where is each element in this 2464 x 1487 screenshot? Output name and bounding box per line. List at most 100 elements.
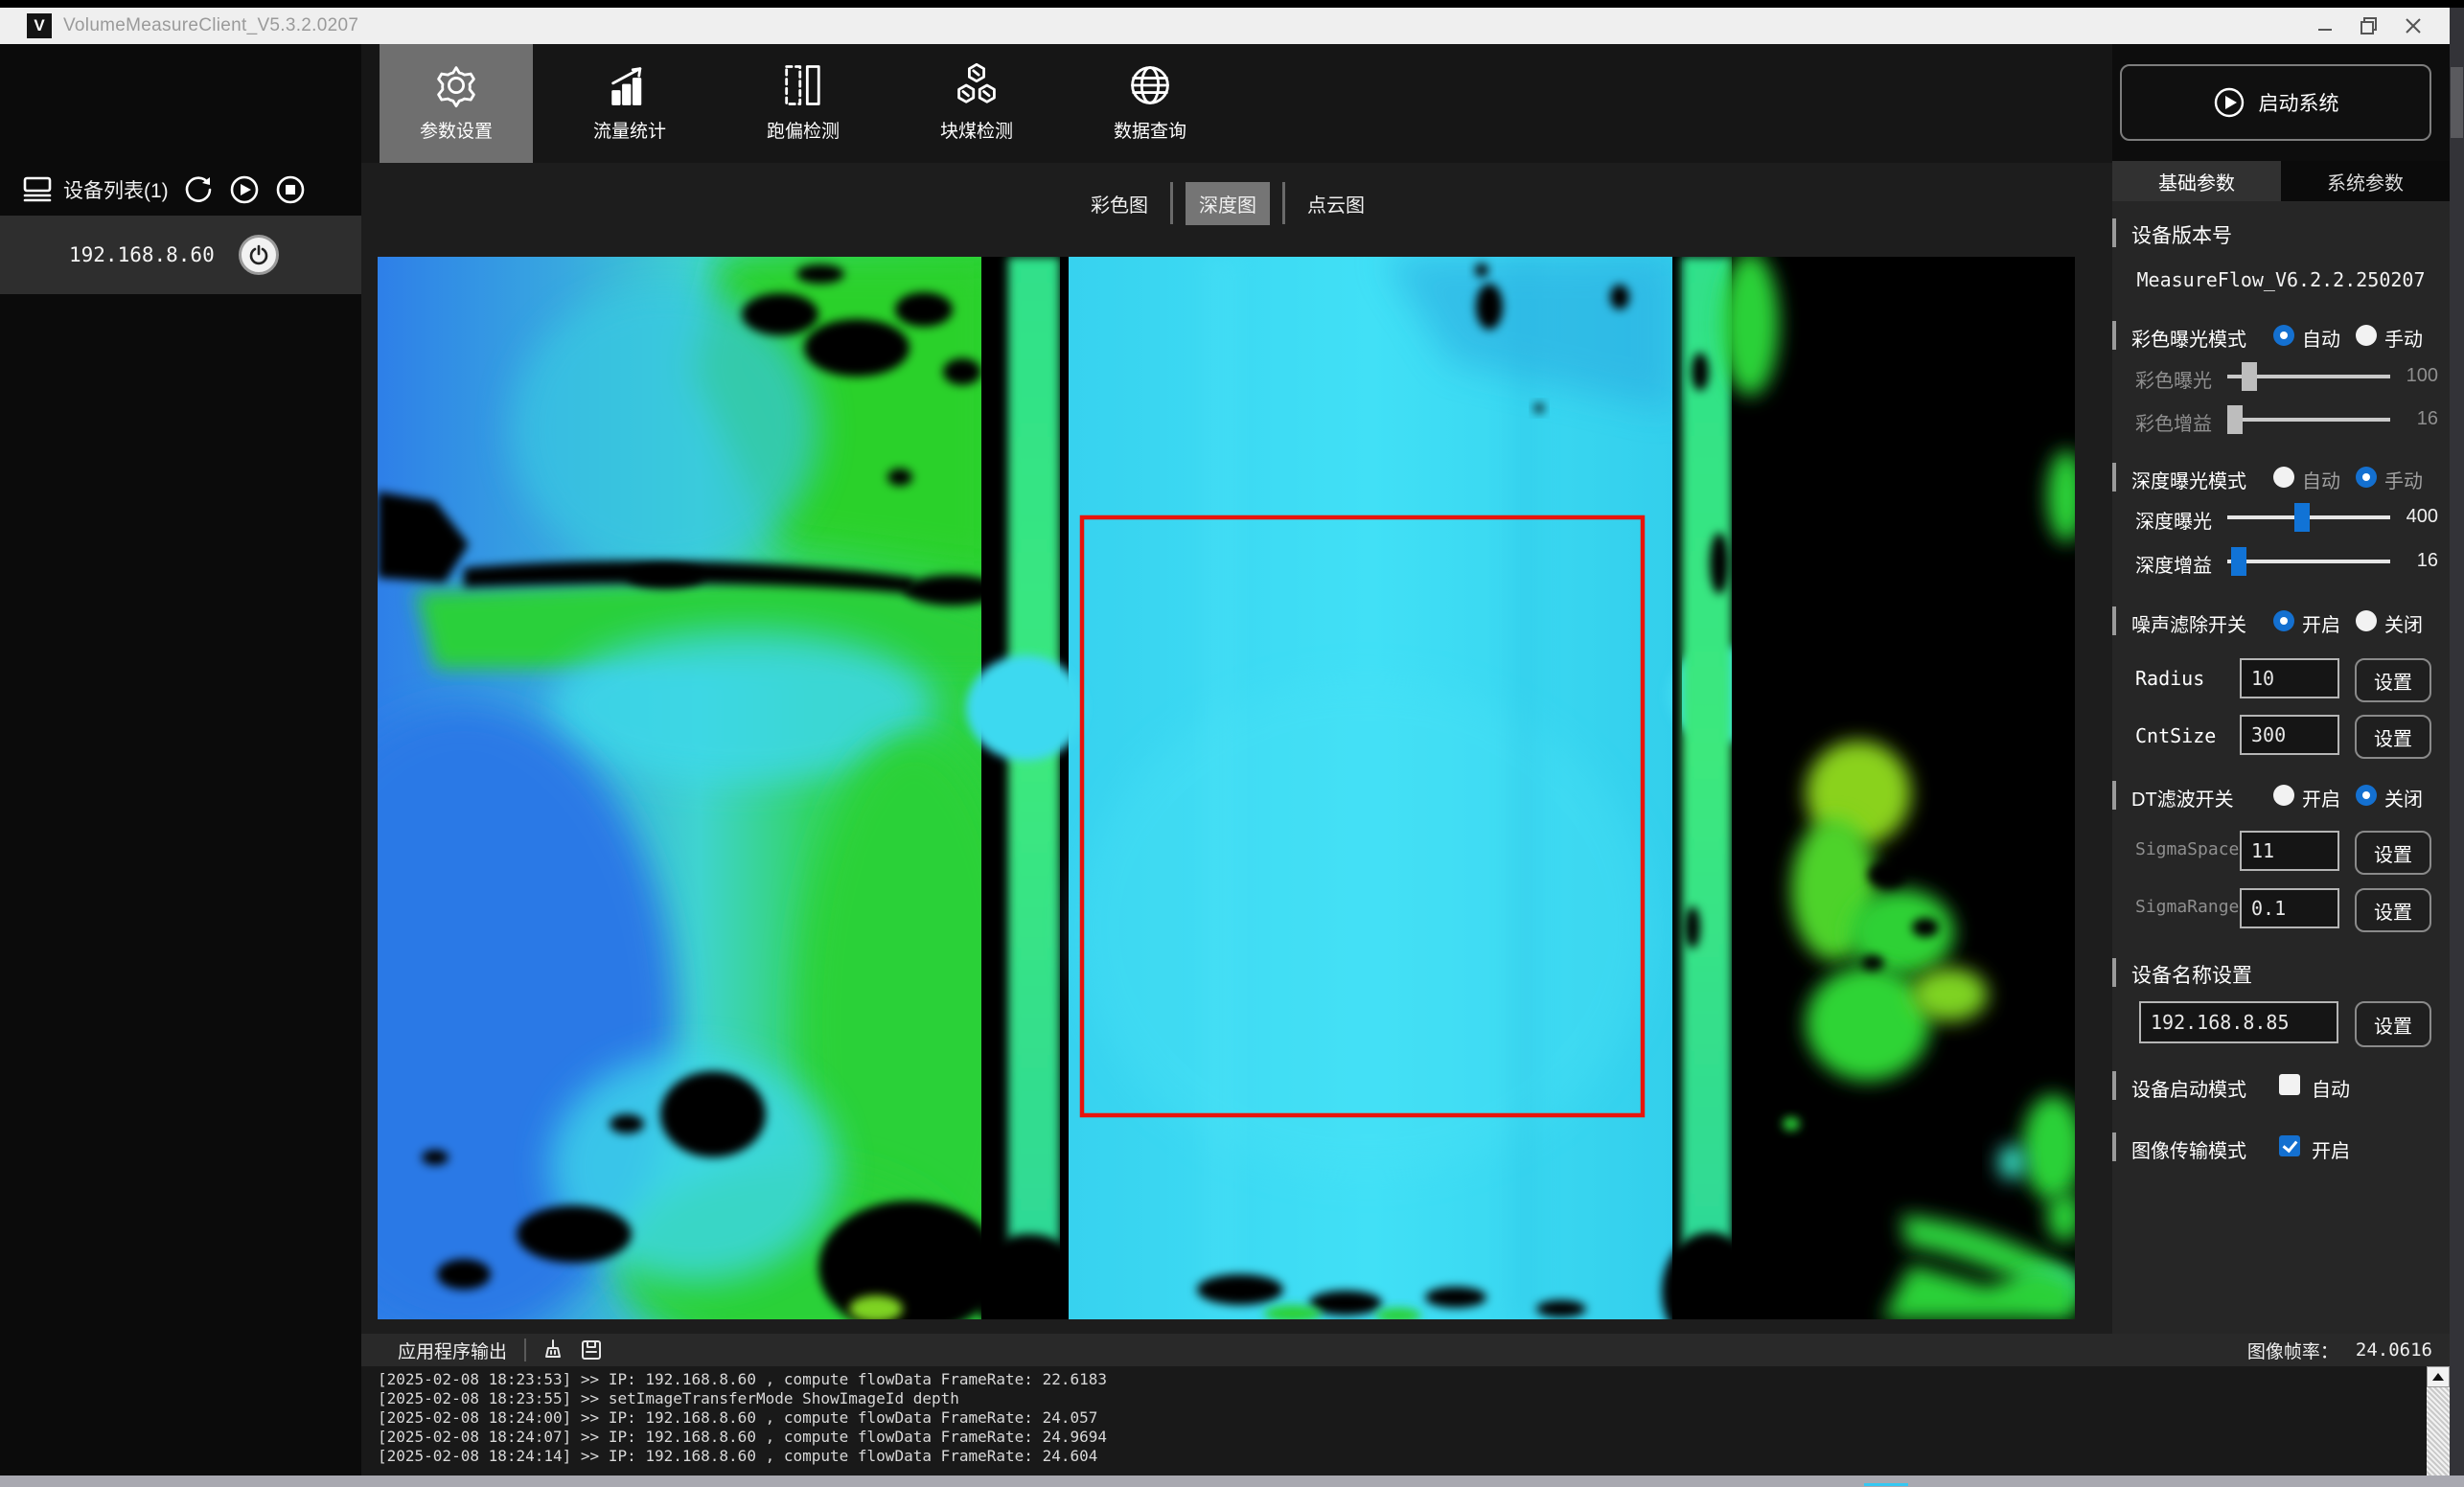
nav-label: 块煤检测 xyxy=(940,117,1013,143)
nav-coal-detect[interactable]: 块煤检测 xyxy=(900,44,1053,163)
device-name-set-button[interactable]: 设置 xyxy=(2355,1001,2431,1047)
refresh-devices-button[interactable] xyxy=(182,173,215,206)
transfer-mode-checkbox[interactable] xyxy=(2279,1135,2300,1156)
close-button[interactable] xyxy=(2391,8,2435,44)
noise-filter-off-label: 关闭 xyxy=(2384,609,2423,637)
tab-depth-image[interactable]: 深度图 xyxy=(1186,182,1270,225)
app-logo: V xyxy=(27,13,52,38)
color-exposure-value: 100 xyxy=(2381,365,2438,387)
cntsize-input[interactable] xyxy=(2240,715,2339,755)
frame-rate-value: 24.0616 xyxy=(2356,1339,2432,1361)
depth-image-view[interactable] xyxy=(378,257,2075,1319)
nav-data-query[interactable]: 数据查询 xyxy=(1073,44,1227,163)
depth-exposure-slider[interactable] xyxy=(2227,515,2390,519)
log-divider xyxy=(524,1338,526,1361)
color-exposure-slider[interactable] xyxy=(2227,375,2390,378)
nav-param-settings[interactable]: 参数设置 xyxy=(380,44,533,163)
tab-system-params[interactable]: 系统参数 xyxy=(2281,161,2450,201)
restore-button[interactable] xyxy=(2347,8,2391,44)
section-accent xyxy=(2112,958,2116,987)
tab-pointcloud-image[interactable]: 点云图 xyxy=(1298,182,1374,225)
dt-filter-off-label: 关闭 xyxy=(2384,784,2423,812)
dt-filter-off-radio[interactable] xyxy=(2356,785,2377,806)
nav-label: 跑偏检测 xyxy=(767,117,840,143)
close-icon xyxy=(2406,18,2421,34)
log-output[interactable]: [2025-02-08 18:23:53] >> IP: 192.168.8.6… xyxy=(361,1366,2450,1476)
window-scrollbar-track[interactable] xyxy=(2450,8,2464,1476)
top-strip xyxy=(0,0,2464,8)
radius-input[interactable] xyxy=(2240,658,2339,698)
log-header-band: 应用程序输出 图像帧率： 24.0616 xyxy=(361,1334,2450,1366)
start-all-button[interactable] xyxy=(228,173,261,206)
section-accent xyxy=(2112,1071,2116,1100)
nav-flow-statistics[interactable]: 流量统计 xyxy=(553,44,706,163)
nav-label: 参数设置 xyxy=(420,117,493,143)
taskbar-active-indicator xyxy=(1864,1483,1908,1486)
sigmaspace-set-button[interactable]: 设置 xyxy=(2355,831,2431,875)
device-list-item[interactable]: 192.168.8.60 xyxy=(0,216,361,294)
tab-divider xyxy=(1170,182,1173,224)
device-version-value: MeasureFlow_V6.2.2.250207 xyxy=(2112,268,2450,291)
color-exposure-mode-label: 彩色曝光模式 xyxy=(2131,324,2246,352)
section-accent xyxy=(2112,1132,2116,1161)
noise-filter-on-radio[interactable] xyxy=(2273,610,2294,631)
tab-basic-params[interactable]: 基础参数 xyxy=(2112,161,2281,201)
sigmaspace-label: SigmaSpace xyxy=(2135,839,2239,859)
color-exposure-auto-radio[interactable] xyxy=(2273,325,2294,346)
minimize-button[interactable] xyxy=(2303,8,2347,44)
device-name-header: 设备名称设置 xyxy=(2131,960,2252,989)
nav-deviation-detect[interactable]: 跑偏检测 xyxy=(726,44,880,163)
section-accent xyxy=(2112,321,2116,350)
section-accent xyxy=(2112,463,2116,492)
sigmarange-set-button[interactable]: 设置 xyxy=(2355,888,2431,932)
device-list-header: 设备列表(1) xyxy=(0,171,361,209)
depth-exposure-manual-radio[interactable] xyxy=(2356,467,2377,488)
cntsize-set-button[interactable]: 设置 xyxy=(2355,715,2431,759)
tab-color-image[interactable]: 彩色图 xyxy=(1081,182,1158,225)
sigmaspace-input[interactable] xyxy=(2240,831,2339,871)
slider-handle[interactable] xyxy=(2294,503,2310,532)
save-log-button[interactable] xyxy=(580,1338,603,1361)
sigmarange-input[interactable] xyxy=(2240,888,2339,928)
main-nav: 参数设置 流量统计 跑偏检测 xyxy=(380,44,1227,163)
image-view-tabs: 彩色图 深度图 点云图 xyxy=(1081,182,1374,224)
broom-icon xyxy=(541,1338,564,1361)
nav-label: 数据查询 xyxy=(1114,117,1186,143)
noise-filter-off-radio[interactable] xyxy=(2356,610,2377,631)
start-system-label: 启动系统 xyxy=(2259,88,2339,117)
depth-exposure-mode-label: 深度曝光模式 xyxy=(2131,466,2246,493)
log-line: [2025-02-08 18:24:07] >> IP: 192.168.8.6… xyxy=(378,1428,2450,1447)
stop-all-button[interactable] xyxy=(274,173,307,206)
clear-log-button[interactable] xyxy=(541,1338,564,1361)
slider-handle[interactable] xyxy=(2242,362,2257,391)
log-line: [2025-02-08 18:24:14] >> IP: 192.168.8.6… xyxy=(378,1447,2450,1466)
start-mode-label: 设备启动模式 xyxy=(2131,1074,2246,1102)
depth-exposure-value: 400 xyxy=(2381,506,2438,528)
devices-icon xyxy=(21,173,54,206)
dt-filter-on-radio[interactable] xyxy=(2273,785,2294,806)
slider-handle[interactable] xyxy=(2227,405,2243,434)
log-line: [2025-02-08 18:23:53] >> IP: 192.168.8.6… xyxy=(378,1370,2450,1389)
cntsize-label: CntSize xyxy=(2135,724,2216,747)
gear-icon xyxy=(431,56,481,115)
device-name-input[interactable] xyxy=(2139,1001,2338,1043)
color-gain-slider[interactable] xyxy=(2227,418,2390,422)
nav-label: 流量统计 xyxy=(593,117,666,143)
color-exposure-manual-radio[interactable] xyxy=(2356,325,2377,346)
device-power-button[interactable] xyxy=(239,235,279,275)
start-mode-checkbox[interactable] xyxy=(2279,1074,2300,1095)
section-accent xyxy=(2112,606,2116,635)
log-scrollbar-up-button[interactable] xyxy=(2427,1366,2450,1387)
depth-exposure-auto-radio[interactable] xyxy=(2273,467,2294,488)
depth-gain-slider[interactable] xyxy=(2227,560,2390,563)
section-accent xyxy=(2112,218,2116,247)
deviation-icon xyxy=(778,56,828,115)
depth-gain-label: 深度增益 xyxy=(2135,550,2212,578)
radius-set-button[interactable]: 设置 xyxy=(2355,658,2431,702)
start-system-button[interactable]: 启动系统 xyxy=(2120,64,2431,141)
window-scrollbar-thumb[interactable] xyxy=(2451,67,2463,138)
depth-gain-value: 16 xyxy=(2381,550,2438,572)
globe-icon xyxy=(1125,56,1175,115)
slider-handle[interactable] xyxy=(2231,547,2246,576)
color-exposure-manual-label: 手动 xyxy=(2384,324,2423,352)
